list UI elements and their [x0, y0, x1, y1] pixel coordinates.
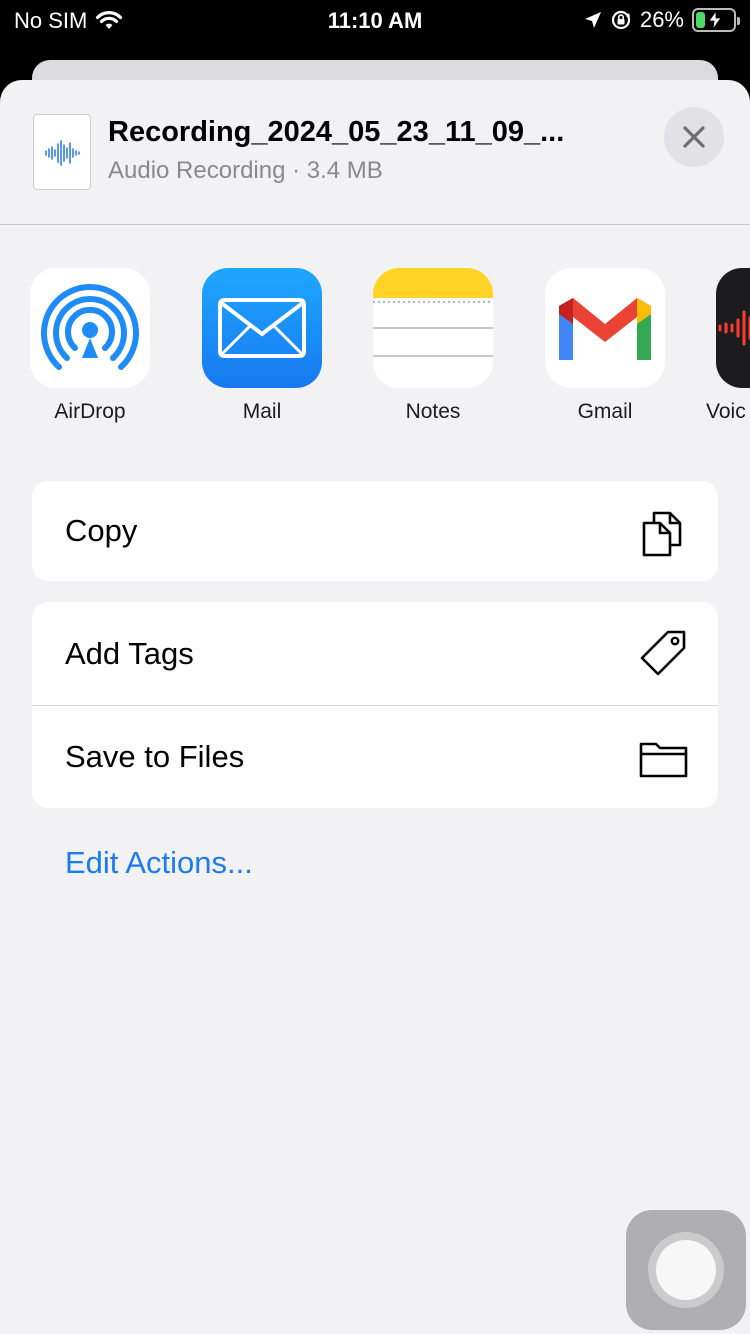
status-bar: No SIM 11:10 AM 26% [0, 0, 750, 40]
assistive-touch-inner-circle [656, 1240, 716, 1300]
share-sheet: Recording_2024_05_23_11_09_... Audio Rec… [0, 80, 750, 1334]
notes-icon [373, 268, 493, 388]
app-label: Gmail [577, 400, 633, 423]
save-to-files-label: Save to Files [65, 739, 245, 774]
waveform-icon [45, 140, 80, 166]
charging-bolt-icon [708, 11, 722, 29]
battery-level-fill [696, 12, 706, 28]
battery-icon [692, 8, 740, 32]
close-button[interactable] [664, 107, 724, 167]
share-app-voice-memos[interactable]: Voic [701, 268, 750, 424]
status-right: 26% [584, 7, 740, 33]
add-tags-action[interactable]: Add Tags [32, 602, 718, 705]
app-label: Notes [405, 400, 461, 423]
location-arrow-icon [584, 12, 601, 28]
share-apps-row: AirDrop Mail Notes Gmail Voic [0, 268, 750, 438]
file-actions-group: Add Tags Save to Files [32, 602, 718, 808]
close-icon [683, 126, 705, 148]
save-to-files-action[interactable]: Save to Files [32, 705, 718, 808]
copy-icon [642, 511, 682, 557]
share-sheet-header: Recording_2024_05_23_11_09_... Audio Rec… [0, 80, 750, 225]
app-label: AirDrop [54, 400, 126, 423]
edit-actions-link[interactable]: Edit Actions... [65, 845, 253, 881]
share-app-mail[interactable]: Mail [187, 268, 337, 424]
app-label: Voic [706, 400, 746, 423]
copy-action-group: Copy [32, 481, 718, 581]
copy-action[interactable]: Copy [32, 481, 718, 581]
assistive-touch-button[interactable] [626, 1210, 746, 1330]
app-label: Mail [242, 400, 282, 423]
battery-percent: 26% [639, 7, 684, 32]
file-title: Recording_2024_05_23_11_09_... [108, 116, 565, 148]
copy-label: Copy [65, 513, 138, 548]
mail-icon [202, 268, 322, 388]
add-tags-label: Add Tags [65, 635, 194, 671]
share-app-airdrop[interactable]: AirDrop [15, 268, 165, 424]
airdrop-icon [30, 268, 150, 388]
battery-tip [737, 17, 740, 25]
file-subtitle: Audio Recording · 3.4 MB [108, 157, 383, 184]
share-app-notes[interactable]: Notes [358, 268, 508, 424]
orientation-lock-icon [611, 10, 631, 30]
gmail-icon [545, 268, 665, 388]
audio-file-icon [33, 114, 91, 190]
tag-icon [640, 630, 686, 676]
folder-icon [639, 742, 688, 778]
share-app-gmail[interactable]: Gmail [530, 268, 680, 424]
voice-memos-icon [716, 268, 750, 388]
